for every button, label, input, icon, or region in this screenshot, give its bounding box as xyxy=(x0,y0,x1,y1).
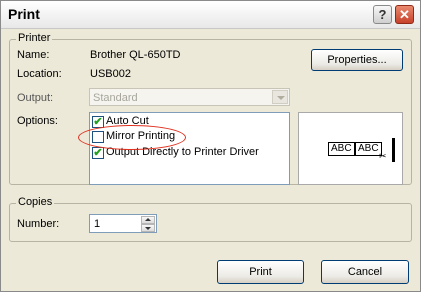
close-icon: ✕ xyxy=(399,7,410,22)
window-title: Print xyxy=(8,6,40,22)
scissors-icon: ✂ xyxy=(379,151,387,161)
highlight-circle-annotation xyxy=(78,125,186,150)
copies-number-stepper[interactable]: 1 xyxy=(89,214,157,233)
output-select-value: Standard xyxy=(93,92,138,104)
stepper-down-icon[interactable] xyxy=(141,224,155,232)
output-directly-checkbox[interactable]: ✔ xyxy=(92,147,104,159)
options-label: Options: xyxy=(17,115,58,127)
print-button[interactable]: Print xyxy=(217,260,304,284)
label-preview: ABC ABC ✂ xyxy=(298,112,403,185)
number-label: Number: xyxy=(17,218,60,230)
chevron-down-icon[interactable] xyxy=(272,90,288,104)
name-label: Name: xyxy=(17,49,50,61)
properties-button-label: Properties... xyxy=(327,54,387,66)
printer-name-value: Brother QL-650TD xyxy=(90,49,181,61)
output-select[interactable]: Standard xyxy=(89,88,290,106)
title-bar[interactable]: Print ? ✕ xyxy=(1,1,420,29)
stepper-up-icon[interactable] xyxy=(141,216,155,224)
preview-tape-text-2: ABC xyxy=(355,142,382,156)
printer-group-label: Printer xyxy=(16,32,53,44)
copies-group-label: Copies xyxy=(16,196,55,208)
copies-group: Copies xyxy=(9,196,412,242)
output-label: Output: xyxy=(17,92,54,104)
location-label: Location: xyxy=(17,68,62,80)
printer-location-value: USB002 xyxy=(90,68,131,80)
print-button-label: Print xyxy=(249,266,272,278)
preview-tape-text-1: ABC xyxy=(328,142,355,156)
cancel-button-label: Cancel xyxy=(347,266,383,278)
print-dialog: Print ? ✕ Printer Name: Brother QL-650TD… xyxy=(0,0,421,292)
help-button[interactable]: ? xyxy=(373,5,392,24)
copies-number-value: 1 xyxy=(94,218,101,230)
properties-button[interactable]: Properties... xyxy=(311,49,403,71)
close-button[interactable]: ✕ xyxy=(395,5,414,24)
help-icon: ? xyxy=(378,7,387,22)
tape-end-bar xyxy=(392,138,395,162)
cancel-button[interactable]: Cancel xyxy=(321,260,409,284)
